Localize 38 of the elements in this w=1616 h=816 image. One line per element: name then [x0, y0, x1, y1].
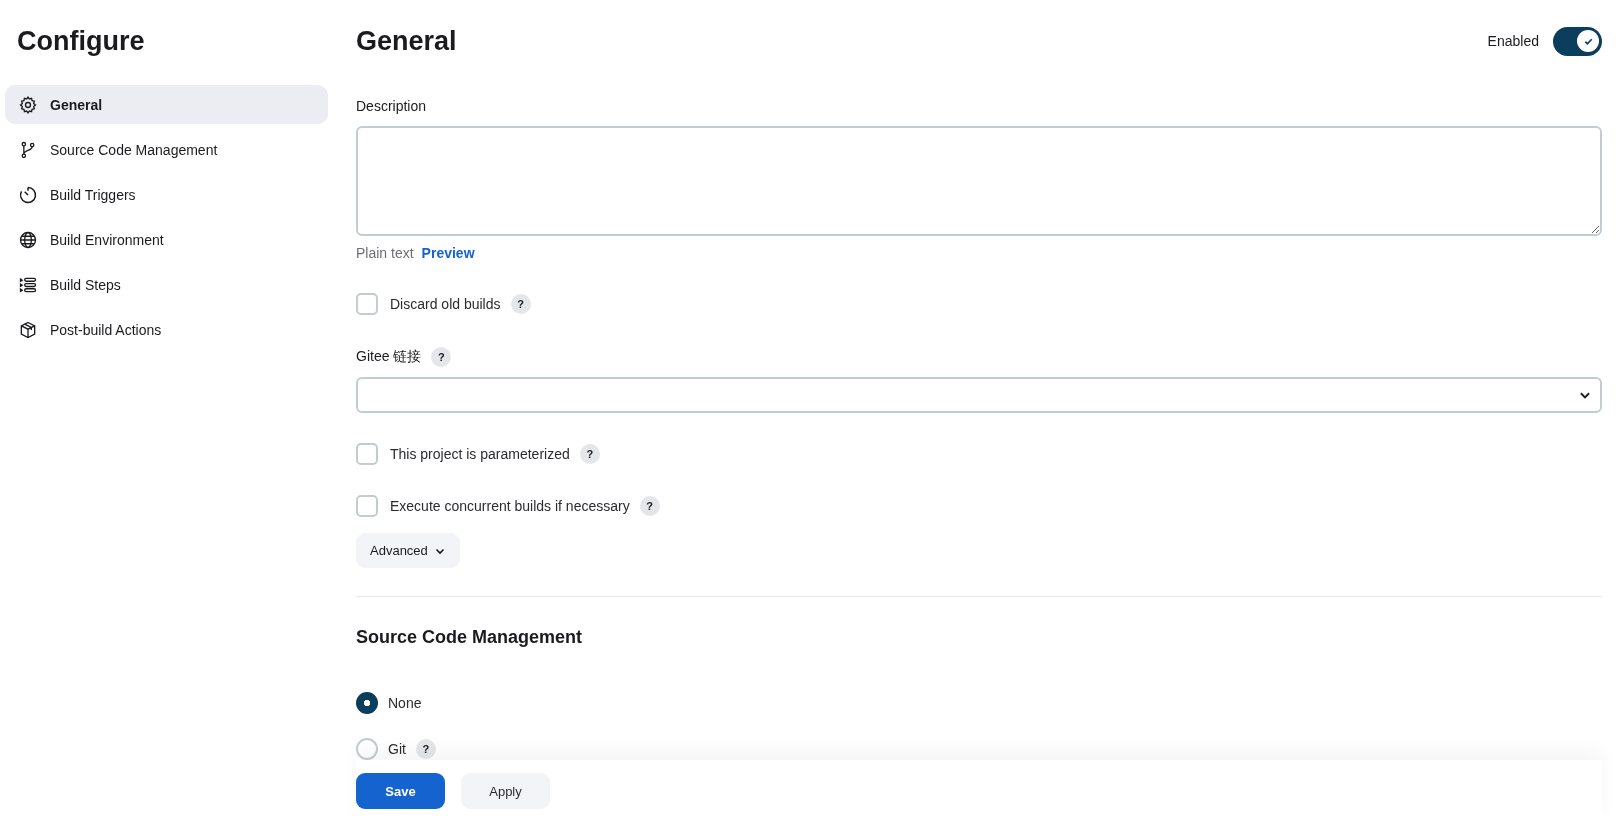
sidebar-item[interactable]: Post-build Actions — [5, 310, 328, 349]
sidebar-item[interactable]: Build Environment — [5, 220, 328, 259]
checkbox[interactable] — [356, 443, 378, 465]
section-title: Source Code Management — [356, 627, 584, 648]
radio-label: Git — [388, 741, 406, 757]
help-icon[interactable]: ? — [431, 347, 452, 367]
format-label: Plain text — [356, 245, 414, 261]
sidebar-item[interactable]: Build Triggers — [5, 175, 328, 214]
checkbox[interactable] — [356, 293, 378, 315]
gear-icon — [18, 94, 38, 115]
radio-button[interactable] — [356, 692, 378, 714]
sidebar-item[interactable]: Build Steps — [5, 265, 328, 304]
sidebar-item[interactable]: General — [5, 85, 328, 124]
field-label: Description — [356, 98, 428, 114]
radio-label: None — [388, 695, 422, 711]
package-icon — [18, 319, 38, 340]
checkbox-label: Discard old builds — [390, 296, 501, 312]
enabled-label: Enabled — [1487, 33, 1539, 49]
help-icon[interactable]: ? — [510, 294, 531, 314]
section-title: General — [356, 25, 457, 57]
apply-button[interactable]: Apply — [461, 773, 550, 809]
sidebar-item[interactable]: Source Code Management — [5, 130, 328, 169]
checkbox-label: This project is parameterized — [390, 446, 570, 462]
help-icon[interactable]: ? — [579, 444, 600, 464]
globe-icon — [18, 229, 38, 250]
page-title: Configure — [17, 26, 146, 57]
help-icon[interactable]: ? — [639, 496, 660, 516]
gitee-dropdown[interactable] — [356, 377, 1602, 413]
enabled-toggle[interactable] — [1553, 26, 1602, 56]
checkbox-label: Execute concurrent builds if necessary — [390, 498, 630, 514]
help-icon[interactable]: ? — [415, 739, 436, 759]
save-button[interactable]: Save — [356, 773, 445, 809]
advanced-button[interactable]: Advanced — [356, 533, 460, 568]
field-label: Gitee 链接 — [356, 348, 422, 366]
preview-link[interactable]: Preview — [421, 245, 475, 261]
description-field[interactable] — [356, 126, 1602, 236]
timer-icon — [18, 184, 38, 205]
checkbox[interactable] — [356, 495, 378, 517]
